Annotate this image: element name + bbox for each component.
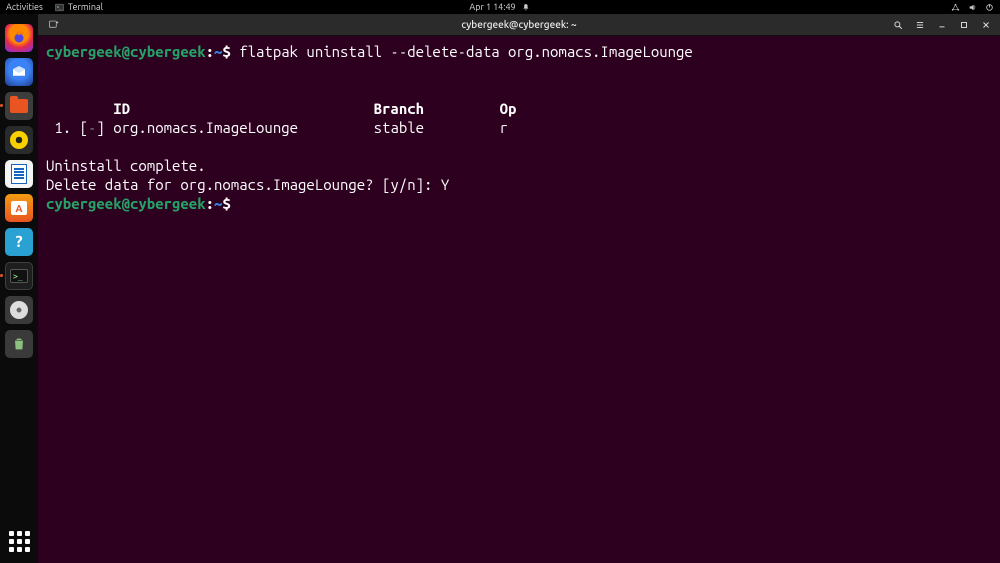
volume-icon [968, 3, 977, 12]
menu-button[interactable] [910, 16, 930, 34]
maximize-icon [959, 20, 969, 30]
new-tab-button[interactable] [42, 16, 64, 34]
ps1-sep-2: : [206, 195, 214, 212]
dock-rhythmbox[interactable] [5, 126, 33, 154]
disc-icon [10, 301, 28, 319]
power-icon [985, 3, 994, 12]
firefox-icon [10, 29, 28, 47]
ps1-symbol: $ [222, 43, 230, 60]
delete-data-prompt: Delete data for org.nomacs.ImageLounge? … [46, 176, 441, 193]
row-op: r [500, 119, 508, 136]
network-icon [951, 3, 960, 12]
panel-app-name: Terminal [68, 2, 103, 12]
col-op: Op [500, 100, 517, 117]
search-button[interactable] [888, 16, 908, 34]
new-tab-icon [48, 19, 59, 30]
ps1-user-host: cybergeek@cybergeek [46, 43, 206, 60]
speaker-icon [10, 131, 28, 149]
activities-button[interactable]: Activities [6, 2, 43, 12]
entered-command [231, 43, 239, 60]
search-icon [893, 20, 903, 30]
dock-libreoffice-writer[interactable] [5, 160, 33, 188]
terminal-window: cybergeek@cybergeek: ~ cybergeek@cyberge… [38, 14, 1000, 563]
hamburger-icon [915, 20, 925, 30]
uninstall-complete: Uninstall complete. [46, 157, 206, 174]
gnome-top-panel: Activities >_ Terminal Apr 1 14:49 [0, 0, 1000, 14]
folder-icon [10, 99, 28, 113]
delete-data-answer: Y [441, 176, 449, 193]
ps1-sep: : [206, 43, 214, 60]
row-flag-open: [ [80, 119, 88, 136]
thunderbird-icon [10, 63, 28, 81]
terminal-icon [10, 269, 28, 283]
panel-clock[interactable]: Apr 1 14:49 [469, 2, 515, 12]
col-id: ID [113, 100, 130, 117]
row-branch: stable [374, 119, 424, 136]
entered-command-text: flatpak uninstall --delete-data org.noma… [239, 43, 693, 60]
document-icon [11, 164, 27, 184]
trash-icon [11, 336, 27, 352]
dock-files[interactable] [5, 92, 33, 120]
question-icon: ? [15, 233, 22, 251]
row-index: 1. [46, 119, 71, 136]
dock: ? [0, 14, 38, 563]
terminal-icon: >_ [55, 3, 64, 12]
col-branch: Branch [374, 100, 424, 117]
svg-text:>_: >_ [57, 4, 62, 9]
dock-thunderbird[interactable] [5, 58, 33, 86]
ps1-user-host-2: cybergeek@cybergeek [46, 195, 206, 212]
dock-trash[interactable] [5, 330, 33, 358]
close-icon [981, 20, 991, 30]
ps1-symbol-2: $ [222, 195, 230, 212]
dock-removable-disk[interactable] [5, 296, 33, 324]
row-id: org.nomacs.ImageLounge [113, 119, 298, 136]
dock-terminal[interactable] [5, 262, 33, 290]
window-title: cybergeek@cybergeek: ~ [461, 19, 576, 30]
dock-ubuntu-software[interactable] [5, 194, 33, 222]
terminal-output[interactable]: cybergeek@cybergeek:~$ flatpak uninstall… [38, 36, 1000, 563]
minimize-icon [937, 20, 947, 30]
maximize-button[interactable] [954, 16, 974, 34]
shopping-bag-icon [11, 201, 27, 215]
close-button[interactable] [976, 16, 996, 34]
notification-bell-icon[interactable] [522, 3, 531, 12]
panel-app-menu[interactable]: >_ Terminal [55, 2, 103, 12]
panel-system-menu[interactable] [951, 3, 994, 12]
row-flag-close: ] [96, 119, 104, 136]
dock-firefox[interactable] [5, 24, 33, 52]
terminal-headerbar: cybergeek@cybergeek: ~ [38, 14, 1000, 36]
dock-help[interactable]: ? [5, 228, 33, 256]
minimize-button[interactable] [932, 16, 952, 34]
show-applications-button[interactable] [5, 527, 33, 555]
